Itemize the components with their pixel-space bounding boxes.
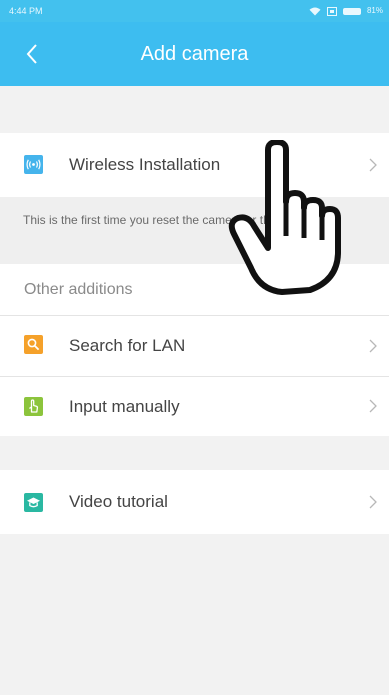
wifi-icon	[309, 7, 321, 15]
wireless-icon	[24, 155, 43, 174]
search-icon	[24, 335, 43, 354]
search-lan-label: Search for LAN	[69, 336, 186, 355]
hand-pointer-icon	[228, 140, 341, 295]
other-additions-section: Search for LAN Input manually	[0, 316, 389, 436]
input-manually-label: Input manually	[69, 397, 180, 416]
battery-icon	[342, 7, 361, 15]
status-bar: 4:44 PM 81%	[0, 0, 389, 22]
search-lan-row[interactable]: Search for LAN	[0, 316, 389, 376]
battery-percent: 81%	[366, 6, 383, 15]
status-icons: 81%	[309, 0, 383, 22]
wireless-installation-label: Wireless Installation	[69, 155, 221, 174]
other-additions-label: Other additions	[24, 281, 133, 298]
video-tutorial-label: Video tutorial	[69, 492, 168, 511]
hand-icon	[24, 397, 43, 416]
chevron-right-icon	[369, 158, 377, 172]
input-manually-row[interactable]: Input manually	[0, 377, 389, 436]
chevron-right-icon	[369, 339, 377, 353]
video-tutorial-row[interactable]: Video tutorial	[0, 470, 389, 534]
chevron-right-icon	[369, 399, 377, 413]
status-time: 4:44 PM	[9, 6, 43, 16]
app-bar: Add camera	[0, 22, 389, 86]
tutorial-section: Video tutorial	[0, 470, 389, 534]
page-title: Add camera	[140, 43, 249, 65]
graduation-cap-icon	[24, 493, 43, 512]
sim-icon	[326, 6, 337, 16]
chevron-right-icon	[369, 495, 377, 509]
